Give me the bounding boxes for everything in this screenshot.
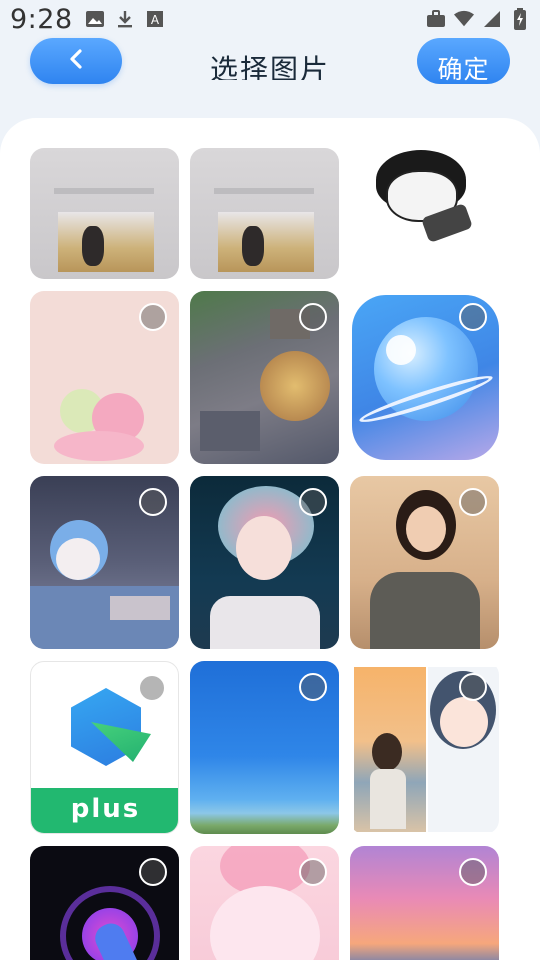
briefcase-icon [426, 9, 446, 29]
select-circle[interactable] [138, 674, 166, 702]
select-circle[interactable] [139, 858, 167, 886]
photo-grid: plus [0, 118, 540, 960]
select-circle[interactable] [459, 488, 487, 516]
select-circle[interactable] [459, 303, 487, 331]
photo-2-thumb[interactable] [190, 148, 339, 279]
select-circle[interactable] [299, 858, 327, 886]
photo-3-thumb[interactable] [350, 148, 499, 279]
photo-10-thumb[interactable]: plus [30, 661, 179, 834]
photo-6-thumb[interactable] [350, 291, 499, 464]
status-left-icons: A [85, 9, 165, 29]
photo-15-thumb[interactable] [350, 846, 499, 960]
svg-text:A: A [151, 13, 160, 27]
photo-11-thumb[interactable] [190, 661, 339, 834]
status-right-icons [426, 8, 530, 30]
gallery-icon [85, 9, 105, 29]
signal-icon [482, 9, 502, 29]
photo-13-thumb[interactable] [30, 846, 179, 960]
battery-icon [510, 8, 530, 30]
photo-1-thumb[interactable] [30, 148, 179, 279]
select-circle[interactable] [139, 488, 167, 516]
select-circle[interactable] [459, 858, 487, 886]
photo-9-thumb[interactable] [350, 476, 499, 649]
wifi-icon [454, 9, 474, 29]
photo-7-thumb[interactable] [30, 476, 179, 649]
status-bar: 9:28 A [0, 0, 540, 38]
photo-12-thumb[interactable] [350, 661, 499, 834]
plus-label: plus [70, 794, 141, 824]
photo-14-thumb[interactable] [190, 846, 339, 960]
font-icon: A [145, 9, 165, 29]
select-circle[interactable] [299, 673, 327, 701]
select-circle[interactable] [299, 303, 327, 331]
select-circle[interactable] [139, 303, 167, 331]
select-circle[interactable] [299, 488, 327, 516]
select-circle[interactable] [459, 673, 487, 701]
photo-4-thumb[interactable] [30, 291, 179, 464]
download-icon [115, 9, 135, 29]
photo-panel: plus [0, 118, 540, 960]
photo-5-thumb[interactable] [190, 291, 339, 464]
status-time: 9:28 [10, 3, 73, 35]
header: 选择图片 确定 [0, 38, 540, 108]
photo-8-thumb[interactable] [190, 476, 339, 649]
confirm-button[interactable]: 确定 [417, 38, 510, 84]
